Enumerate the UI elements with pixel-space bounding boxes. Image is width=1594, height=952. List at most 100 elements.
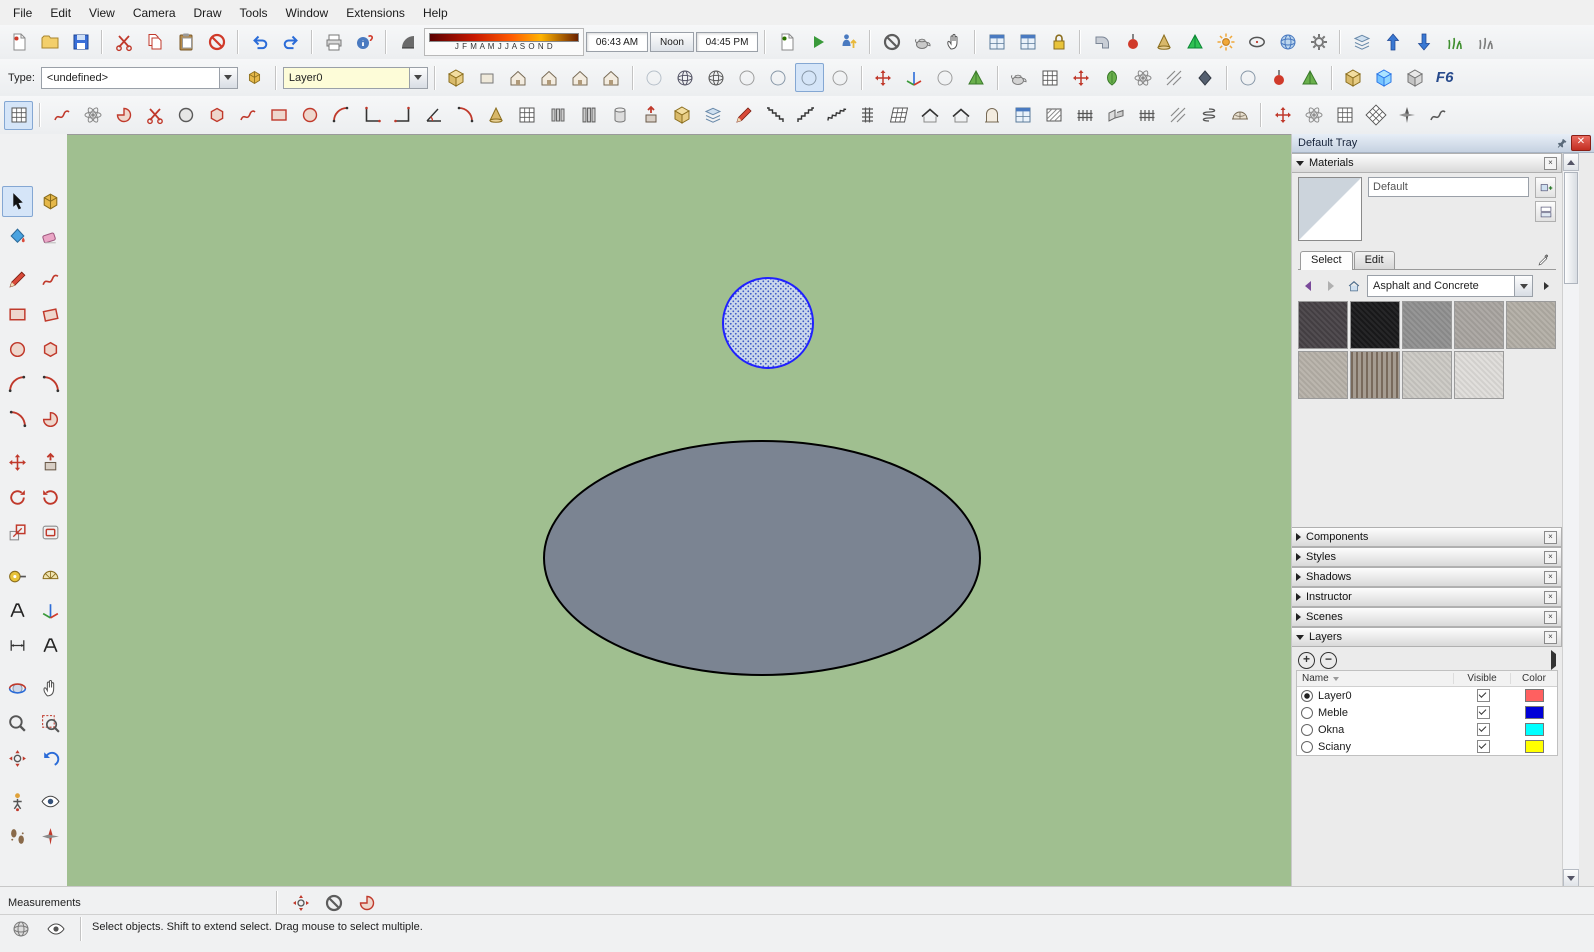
layers-close-button[interactable]: [1544, 630, 1557, 644]
arc-tool[interactable]: [2, 369, 33, 400]
model-info-button[interactable]: [350, 28, 379, 57]
leaf-button[interactable]: [1098, 63, 1127, 92]
shadows-section-header[interactable]: Shadows: [1292, 567, 1562, 587]
copy-button[interactable]: [140, 28, 169, 57]
axes-tool[interactable]: [35, 595, 66, 626]
globe-button[interactable]: [1273, 28, 1302, 57]
grass-button[interactable]: [1440, 28, 1469, 57]
corner-line-2-button[interactable]: [388, 101, 417, 130]
zoom-window-tool[interactable]: [35, 708, 66, 739]
styles-section-header[interactable]: Styles: [1292, 547, 1562, 567]
layers-detail-arrow-button[interactable]: [1551, 650, 1556, 670]
gear-button[interactable]: [1304, 28, 1333, 57]
curve-tool-button[interactable]: [233, 101, 262, 130]
previous-view-tool[interactable]: [35, 743, 66, 774]
dark-diamond-button[interactable]: [1191, 63, 1220, 92]
material-swatch[interactable]: [1298, 351, 1348, 399]
layer-color-chip[interactable]: [1524, 689, 1544, 702]
layer-radio[interactable]: [1301, 723, 1313, 736]
blue-cube-button[interactable]: [1370, 63, 1399, 92]
parallel-lines-button[interactable]: [1070, 101, 1099, 130]
materials-section-header[interactable]: Materials: [1292, 153, 1562, 173]
follow-me-tool[interactable]: [35, 482, 66, 513]
menu-draw[interactable]: Draw: [185, 2, 231, 24]
angle-tool-button[interactable]: [419, 101, 448, 130]
circle-tool[interactable]: [2, 334, 33, 365]
line-tool[interactable]: [2, 264, 33, 295]
layer-color-chip[interactable]: [1524, 723, 1544, 736]
protractor-tool[interactable]: [35, 560, 66, 591]
right-view-button[interactable]: [535, 63, 564, 92]
save-button[interactable]: [66, 28, 95, 57]
undo-button[interactable]: [245, 28, 274, 57]
ramp-button[interactable]: [760, 101, 789, 130]
credits-icon[interactable]: [41, 917, 70, 941]
shadow-time-start-field[interactable]: 06:43 AM: [586, 32, 648, 52]
scene-manager-button[interactable]: [772, 28, 801, 57]
extrude-cone-button[interactable]: [481, 101, 510, 130]
make-component-tool[interactable]: [35, 186, 66, 217]
erase-button[interactable]: [202, 28, 231, 57]
axes-plugin-button[interactable]: [900, 63, 929, 92]
details-arrow-button[interactable]: [1536, 276, 1556, 296]
roof-frame-button[interactable]: [946, 101, 975, 130]
shaded-style-button[interactable]: [764, 63, 793, 92]
interactive-hand-button[interactable]: [939, 28, 968, 57]
back-edges-style-button[interactable]: [671, 63, 700, 92]
fur-button[interactable]: [1471, 28, 1500, 57]
gray-sphere-button[interactable]: [931, 63, 960, 92]
layer-row[interactable]: Okna: [1297, 721, 1557, 738]
layers-table-header[interactable]: Name Visible Color: [1297, 671, 1557, 687]
roof-slope-button[interactable]: [915, 101, 944, 130]
teapot-gray-button[interactable]: [1005, 63, 1034, 92]
push-pull-tool[interactable]: [35, 447, 66, 478]
layer-color-chip[interactable]: [1524, 740, 1544, 753]
corner-line-button[interactable]: [357, 101, 386, 130]
green-pyramid-button[interactable]: [1296, 63, 1325, 92]
wedge-button[interactable]: [1180, 28, 1209, 57]
polygon-tool[interactable]: [35, 334, 66, 365]
layer-radio[interactable]: [1301, 740, 1313, 753]
disable-render-button[interactable]: [877, 28, 906, 57]
blob-shape-button[interactable]: [109, 101, 138, 130]
remove-layer-button[interactable]: [1320, 651, 1337, 669]
top-view-button[interactable]: [473, 63, 502, 92]
layer-combobox[interactable]: Layer0: [282, 66, 428, 89]
face-push-button[interactable]: [636, 101, 665, 130]
atom-button[interactable]: [1129, 63, 1158, 92]
elbow-pipe-button[interactable]: [1087, 28, 1116, 57]
gray-cube-button[interactable]: [1401, 63, 1430, 92]
monochrome-style-button[interactable]: [826, 63, 855, 92]
redo-button[interactable]: [276, 28, 305, 57]
scale-tool[interactable]: [2, 517, 33, 548]
menu-extensions[interactable]: Extensions: [337, 2, 414, 24]
tape-measure-tool[interactable]: [2, 560, 33, 591]
layer-visible-checkbox[interactable]: [1476, 706, 1490, 719]
rotate-tool[interactable]: [2, 482, 33, 513]
back-view-button[interactable]: [566, 63, 595, 92]
shadow-noon-button[interactable]: Noon: [650, 32, 694, 52]
new-button[interactable]: [4, 28, 33, 57]
rectangle-tool[interactable]: [2, 299, 33, 330]
menu-camera[interactable]: Camera: [124, 2, 185, 24]
shadow-time-end-field[interactable]: 04:45 PM: [696, 32, 758, 52]
diagonal-hatch-button[interactable]: [1163, 101, 1192, 130]
layer-radio[interactable]: [1301, 706, 1313, 719]
position-camera-tool[interactable]: [2, 786, 33, 817]
ellipse-shape[interactable]: [543, 440, 981, 676]
box-face-button[interactable]: [264, 101, 293, 130]
steep-stairs-button[interactable]: [822, 101, 851, 130]
export-arrow-button[interactable]: [1409, 28, 1438, 57]
stairs-button[interactable]: [791, 101, 820, 130]
material-swatch[interactable]: [1350, 301, 1400, 349]
material-swatch[interactable]: [1350, 351, 1400, 399]
xray-style-button[interactable]: [640, 63, 669, 92]
geolocation-globe-icon[interactable]: [6, 917, 35, 941]
play-animation-button[interactable]: [803, 28, 832, 57]
flag-button[interactable]: [1392, 101, 1421, 130]
red-edge-box-button[interactable]: [667, 101, 696, 130]
selected-circle-shape[interactable]: [722, 277, 814, 369]
secondary-pane-button[interactable]: [1535, 201, 1556, 222]
tray-close-button[interactable]: [1571, 135, 1591, 151]
tall-columns-button[interactable]: [574, 101, 603, 130]
